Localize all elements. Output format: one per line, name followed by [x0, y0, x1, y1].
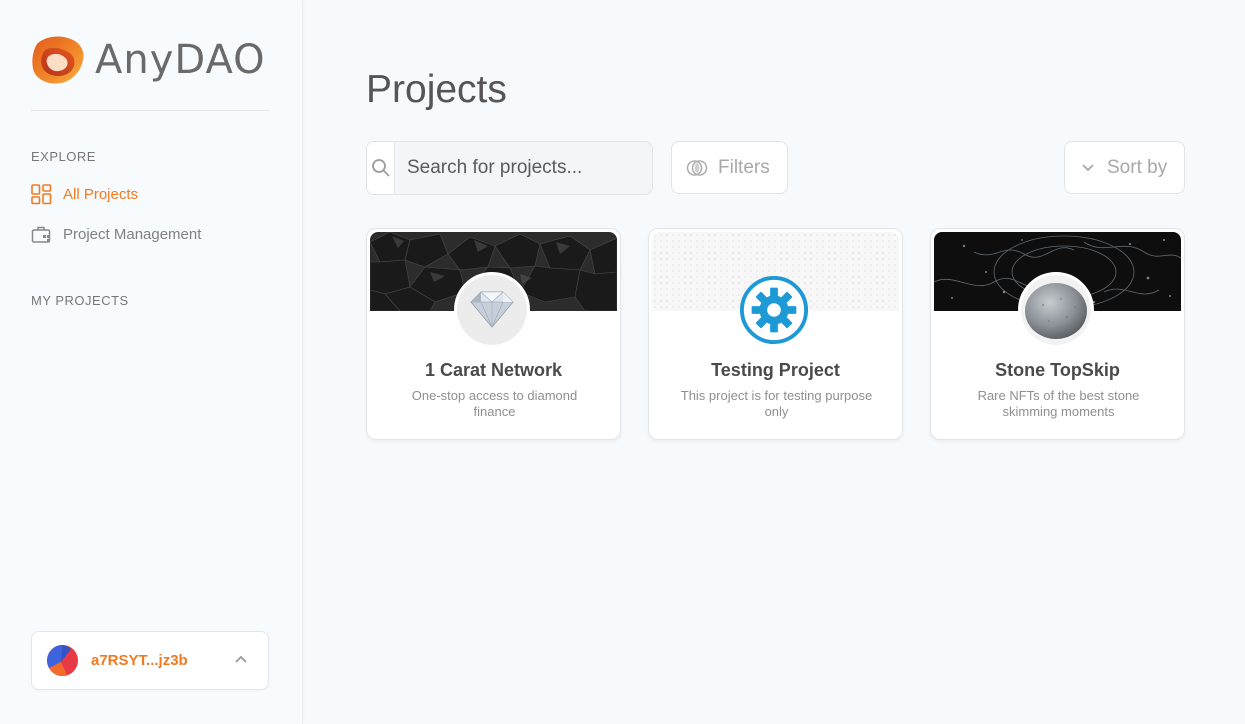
- wallet-button[interactable]: a7RSYT...jz3b: [31, 631, 269, 690]
- diamond-icon: [457, 275, 527, 345]
- main-content: Projects Filters Sort by: [304, 0, 1245, 724]
- wallet-avatar-icon: [47, 645, 78, 676]
- sidebar-item-label: All Projects: [63, 186, 139, 203]
- chevron-up-icon: [235, 655, 247, 663]
- gear-avatar: [736, 272, 812, 348]
- project-title: Stone TopSkip: [995, 360, 1120, 380]
- anydao-logo[interactable]: AnyDAO: [31, 34, 266, 86]
- search-input[interactable]: [395, 142, 652, 194]
- diamond-avatar: [454, 272, 530, 348]
- project-description: This project is for testing purpose only: [680, 388, 873, 419]
- project-title: 1 Carat Network: [424, 360, 563, 380]
- search-icon-button[interactable]: [367, 142, 395, 194]
- sort-by-label: Sort by: [1107, 156, 1168, 178]
- project-card-stone-topskip[interactable]: Stone TopSkip Rare NFTs of the best ston…: [930, 228, 1185, 440]
- chevron-down-icon: [1082, 163, 1094, 171]
- filters-label: Filters: [718, 156, 770, 178]
- wallet-address: a7RSYT...jz3b: [91, 652, 188, 669]
- project-description: Rare NFTs of the best stone skimming mom…: [977, 388, 1140, 419]
- gear-icon: [739, 275, 809, 345]
- sidebar-item-label: Project Management: [63, 226, 202, 243]
- search-icon: [371, 159, 390, 177]
- grid-icon: [31, 184, 52, 205]
- sidebar: AnyDAO EXPLORE All Projects Project Mana…: [0, 0, 303, 724]
- project-title: Testing Project: [711, 360, 840, 380]
- explore-section-label: EXPLORE: [31, 149, 96, 164]
- sort-by-button[interactable]: Sort by: [1064, 141, 1185, 194]
- stone-icon: [1021, 275, 1091, 345]
- stone-avatar: [1018, 272, 1094, 348]
- project-card-1-carat-network[interactable]: 1 Carat Network One-stop access to diamo…: [366, 228, 621, 440]
- page-title: Projects: [366, 68, 507, 111]
- filter-icon: [686, 159, 708, 176]
- sidebar-item-all-projects[interactable]: All Projects: [31, 184, 138, 205]
- filters-button[interactable]: Filters: [671, 141, 788, 194]
- briefcase-icon: [31, 226, 51, 243]
- sidebar-divider: [31, 110, 269, 111]
- search-box: [366, 141, 653, 195]
- sidebar-item-project-management[interactable]: Project Management: [31, 224, 201, 245]
- my-projects-section-label: MY PROJECTS: [31, 293, 129, 308]
- project-card-testing-project[interactable]: Testing Project This project is for test…: [648, 228, 903, 440]
- brand-name: AnyDAO: [95, 37, 266, 83]
- project-description: One-stop access to diamond finance: [411, 388, 578, 419]
- anydao-logo-mark: [32, 36, 84, 84]
